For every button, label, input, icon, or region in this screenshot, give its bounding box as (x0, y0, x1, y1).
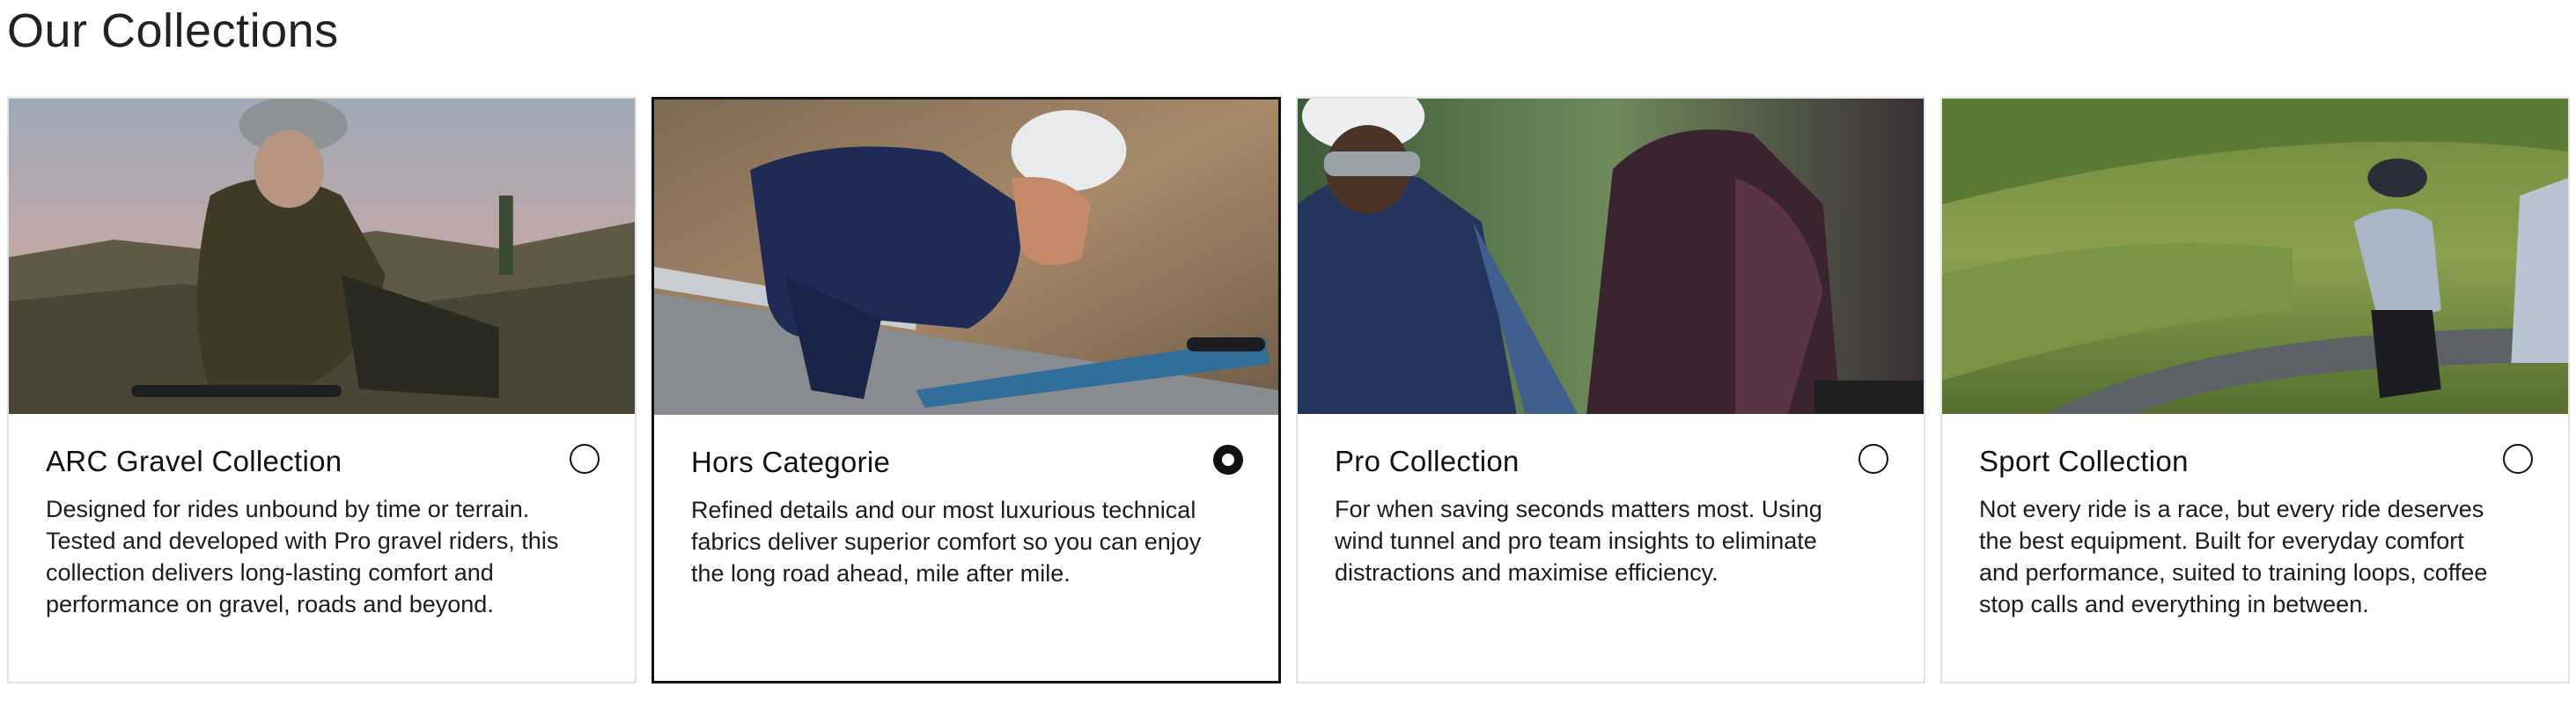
collection-radio-button[interactable] (570, 444, 600, 474)
collection-title: Pro Collection (1335, 445, 1520, 477)
collection-description: For when saving seconds matters most. Us… (1335, 496, 1822, 586)
collections-grid: ARC Gravel Collection Designed for rides… (7, 97, 2570, 683)
collection-card-sport[interactable]: Sport Collection Not every ride is a rac… (1940, 97, 2570, 683)
collection-card-pro[interactable]: Pro Collection For when saving seconds m… (1296, 97, 1925, 683)
collection-card-hors-categorie[interactable]: Hors Categorie Refined details and our m… (651, 97, 1281, 683)
collection-image-arc-gravel (9, 99, 635, 414)
collection-card-arc-gravel[interactable]: ARC Gravel Collection Designed for rides… (7, 97, 637, 683)
collection-title: Hors Categorie (691, 446, 891, 478)
collection-image-pro (1298, 99, 1924, 414)
collection-radio-button-selected[interactable] (1213, 445, 1243, 475)
collection-title: Sport Collection (1979, 445, 2189, 477)
collection-description: Designed for rides unbound by time or te… (46, 496, 559, 617)
collection-description: Not every ride is a race, but every ride… (1979, 496, 2488, 617)
collection-image-sport (1942, 99, 2568, 414)
collection-title: ARC Gravel Collection (46, 445, 342, 477)
collection-radio-button[interactable] (2503, 444, 2533, 474)
collection-radio-button[interactable] (1858, 444, 1888, 474)
collection-image-hors-categorie (654, 100, 1278, 415)
collection-description: Refined details and our most luxurious t… (691, 497, 1202, 587)
page-title: Our Collections (7, 4, 339, 57)
